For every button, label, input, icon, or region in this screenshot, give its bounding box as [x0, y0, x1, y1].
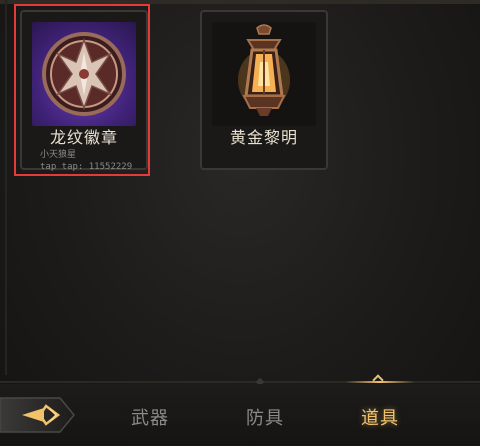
- back-arrow-icon: [0, 397, 75, 433]
- golden-lantern-icon: [212, 22, 316, 126]
- back-button[interactable]: [0, 392, 88, 438]
- panel-edge: [5, 0, 7, 375]
- tab-weapons[interactable]: 武器: [110, 404, 190, 430]
- watermark-id: tap tap: 11552229: [40, 162, 133, 172]
- tab-items[interactable]: 道具: [340, 404, 420, 430]
- selection-frame: [14, 4, 150, 176]
- watermark-username: 小天狼星: [40, 150, 77, 160]
- item-name: 黄金黎明: [229, 128, 298, 147]
- item-slot-golden-dawn[interactable]: 黄金黎明: [200, 10, 328, 170]
- tab-armor[interactable]: 防具: [225, 404, 305, 430]
